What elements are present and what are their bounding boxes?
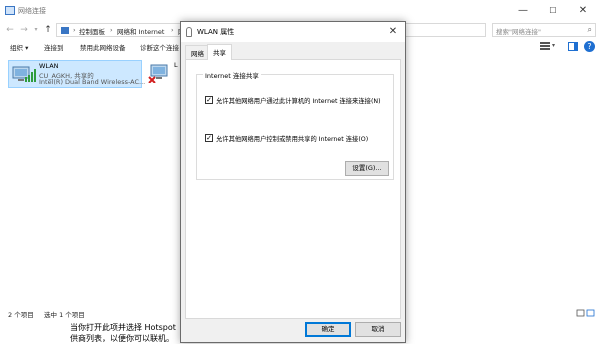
cancel-button[interactable]: 取消 — [355, 322, 401, 337]
allow-control-option[interactable]: ✓ 允许其他网络用户控制或禁用共享的 Internet 连接(O) — [205, 133, 395, 143]
allow-connect-option[interactable]: ✓ 允许其他网络用户通过此计算机的 Internet 连接来连接(N) — [205, 95, 395, 105]
view-dropdown-icon[interactable]: ▾ — [552, 42, 555, 49]
disconnected-icon — [148, 76, 156, 83]
dialog-title-bar: WLAN 属性 ✕ — [181, 22, 405, 42]
breadcrumb-separator: › — [73, 26, 76, 34]
breadcrumb-network-internet[interactable]: 网络和 Internet — [117, 26, 164, 36]
tab-sharing[interactable]: 共享 — [207, 44, 232, 60]
network-icon — [5, 6, 15, 15]
disable-device-button[interactable]: 禁用此网络设备 — [80, 42, 126, 52]
breadcrumb-separator: › — [171, 26, 174, 34]
close-icon[interactable]: ✕ — [385, 24, 401, 40]
recent-dropdown-icon[interactable]: ▾ — [30, 24, 42, 36]
maximize-icon[interactable]: ☐ — [542, 2, 564, 20]
ethernet-adapter-icon — [148, 64, 168, 83]
organize-menu[interactable]: 组织 ▾ — [10, 42, 28, 52]
forward-arrow-icon[interactable]: → — [18, 24, 30, 36]
network-item-ethernet[interactable]: L — [146, 60, 180, 88]
network-item-name: L — [174, 61, 178, 69]
search-input[interactable]: 搜索"网络连接" ⌕ — [492, 23, 596, 37]
help-icon[interactable]: ? — [584, 41, 595, 52]
wifi-adapter-icon — [186, 27, 192, 37]
ok-button[interactable]: 确定 — [305, 322, 351, 337]
back-arrow-icon[interactable]: ← — [4, 24, 16, 36]
group-title: Internet 连接共享 — [203, 70, 261, 80]
hint-text-line1: 当你打开此项并选择 Hotspot — [70, 323, 176, 332]
title-bar: 网络连接 — ☐ ✕ — [0, 0, 600, 22]
connect-to-button[interactable]: 连接到 — [44, 42, 64, 52]
preview-pane-icon[interactable] — [568, 42, 578, 51]
selected-count: 选中 1 个项目 — [44, 311, 85, 319]
view-mode-icons[interactable] — [576, 309, 596, 317]
breadcrumb-separator: › — [110, 26, 113, 34]
close-icon[interactable]: ✕ — [572, 2, 594, 20]
sharing-tab-panel: Internet 连接共享 ✓ 允许其他网络用户通过此计算机的 Internet… — [185, 59, 401, 319]
item-count: 2 个项目 — [8, 311, 34, 319]
network-item-wlan[interactable]: WLAN CU_AGKH, 共享的 Intel(R) Dual Band Wir… — [8, 60, 146, 88]
diagnose-button[interactable]: 诊断这个连接 — [140, 42, 179, 52]
wifi-adapter-icon — [12, 66, 36, 82]
allow-control-label[interactable]: 允许其他网络用户控制或禁用共享的 Internet 连接(O) — [216, 134, 368, 143]
control-panel-icon — [61, 27, 69, 34]
network-item-name: WLAN — [39, 62, 59, 70]
internet-connection-sharing-group: Internet 连接共享 ✓ 允许其他网络用户通过此计算机的 Internet… — [196, 70, 395, 180]
window-title: 网络连接 — [18, 7, 46, 15]
settings-button[interactable]: 设置(G)... — [345, 161, 389, 176]
search-placeholder: 搜索"网络连接" — [496, 28, 541, 36]
breadcrumb-control-panel[interactable]: 控制面板 — [79, 26, 105, 36]
up-arrow-icon[interactable]: ↑ — [42, 24, 54, 36]
wlan-properties-dialog: WLAN 属性 ✕ 网络 共享 Internet 连接共享 ✓ 允许其他网络用户… — [180, 21, 406, 343]
network-item-adapter: Intel(R) Dual Band Wireless-AC... — [39, 78, 146, 86]
dialog-title: WLAN 属性 — [197, 28, 235, 36]
wifi-signal-icon — [25, 77, 27, 82]
minimize-icon[interactable]: — — [512, 2, 534, 20]
allow-connect-checkbox[interactable]: ✓ — [205, 96, 213, 104]
hint-text-line2: 供商列表，以便你可以联机。 — [70, 334, 174, 343]
view-options-icon[interactable] — [540, 42, 550, 51]
allow-control-checkbox[interactable]: ✓ — [205, 134, 213, 142]
allow-connect-label[interactable]: 允许其他网络用户通过此计算机的 Internet 连接来连接(N) — [216, 96, 381, 105]
search-icon[interactable]: ⌕ — [588, 25, 592, 35]
